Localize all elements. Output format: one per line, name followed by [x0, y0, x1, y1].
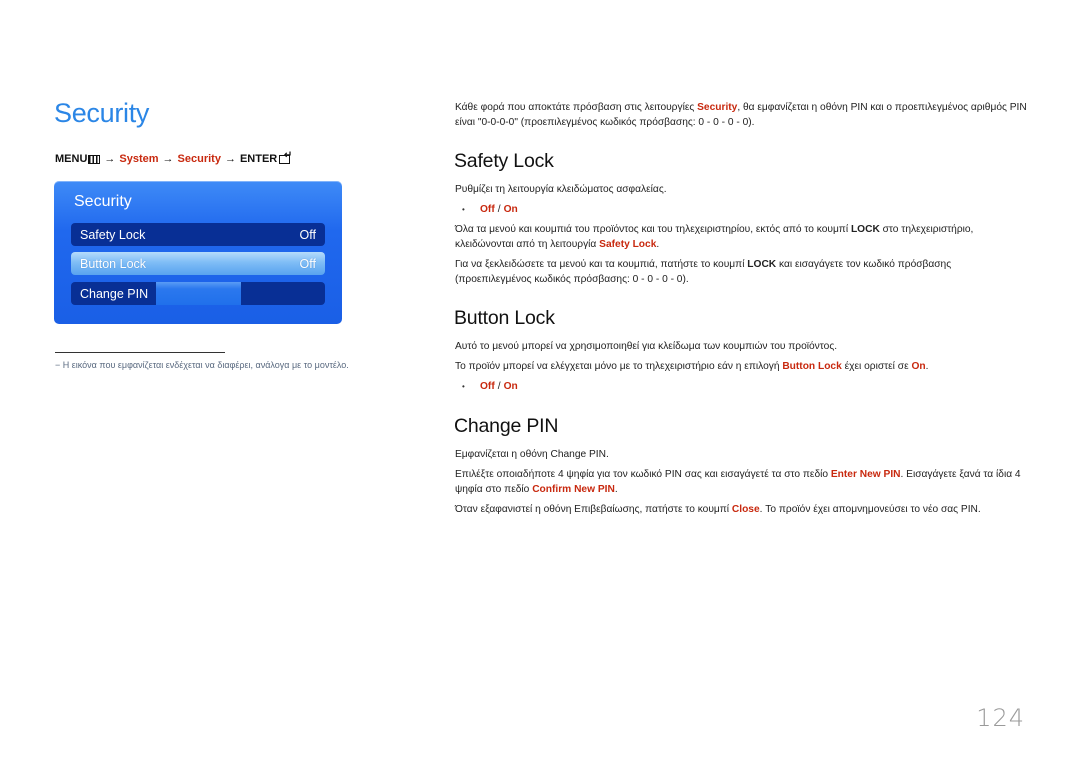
safety-lock-options: • Off / On	[462, 203, 518, 217]
intro-paragraph: Κάθε φορά που αποκτάτε πρόσβαση στις λει…	[455, 101, 1030, 130]
text: Κάθε φορά που αποκτάτε πρόσβαση στις λει…	[455, 102, 698, 113]
heading-safety-lock: Safety Lock	[454, 150, 554, 172]
text: Το προϊόν μπορεί να ελέγχεται μόνο με το…	[455, 361, 783, 372]
text: .	[656, 238, 660, 250]
osd-title: Security	[74, 193, 132, 210]
text: . Το προϊόν έχει απομνημονεύσει το νέο σ…	[759, 504, 981, 515]
osd-item-label: Safety Lock	[80, 227, 146, 242]
bullet-icon: •	[462, 382, 465, 391]
option-off: Off	[480, 204, 495, 215]
arrow-icon: →	[162, 153, 174, 165]
option-separator: /	[497, 204, 501, 215]
button-lock-options: • Off / On	[462, 380, 518, 394]
button-lock-paragraph-1: Το προϊόν μπορεί να ελέγχεται μόνο με το…	[455, 360, 1030, 375]
bullet-icon: •	[462, 205, 465, 214]
text: Επιλέξτε οποιαδήποτε 4 ψηφία για τον κωδ…	[455, 469, 831, 480]
safety-lock-paragraph-2: Για να ξεκλειδώσετε τα μενού και τα κουμ…	[455, 258, 1030, 287]
page-title: Security	[54, 98, 150, 128]
text: Όταν εξαφανιστεί η οθόνη Επιβεβαίωσης, π…	[455, 504, 732, 515]
osd-item-value: Off	[299, 256, 316, 271]
pin-input-field[interactable]	[156, 282, 241, 305]
text: .	[925, 361, 929, 372]
safety-lock-description: Ρυθμίζει τη λειτουργία κλειδώματος ασφαλ…	[455, 184, 667, 195]
osd-item-label: Change PIN	[80, 286, 149, 301]
enter-new-pin-term: Enter New PIN	[830, 469, 901, 480]
lock-term: LOCK	[850, 224, 880, 235]
heading-button-lock: Button Lock	[454, 307, 555, 329]
safety-lock-paragraph-1: Όλα τα μενού και κουμπιά του προϊόντος κ…	[455, 223, 1030, 252]
breadcrumb-security: Security	[177, 153, 221, 165]
osd-item-value: Off	[299, 227, 316, 242]
breadcrumb-system: System	[119, 153, 159, 165]
breadcrumb-enter: ENTER	[239, 153, 278, 165]
footnote-divider	[55, 352, 225, 353]
heading-change-pin: Change PIN	[454, 415, 559, 437]
text: Για να ξεκλειδώσετε τα μενού και τα κουμ…	[455, 259, 748, 270]
lock-term: LOCK	[747, 259, 777, 270]
button-lock-description: Αυτό το μενού μπορεί να χρησιμοποιηθεί γ…	[455, 341, 838, 352]
change-pin-description: Εμφανίζεται η οθόνη Change PIN.	[455, 449, 609, 460]
osd-item-change-pin[interactable]: Change PIN	[71, 282, 325, 305]
menu-grid-icon	[88, 154, 101, 164]
osd-security-menu: Security Safety Lock Off Button Lock Off…	[54, 181, 342, 324]
arrow-icon: →	[104, 153, 116, 165]
osd-item-button-lock[interactable]: Button Lock Off	[71, 252, 325, 275]
change-pin-paragraph-1: Επιλέξτε οποιαδήποτε 4 ψηφία για τον κωδ…	[455, 468, 1030, 497]
footnote: − Η εικόνα που εμφανίζεται ενδέχεται να …	[55, 360, 349, 370]
osd-item-safety-lock[interactable]: Safety Lock Off	[71, 223, 325, 246]
close-term: Close	[731, 504, 760, 515]
option-off: Off	[480, 381, 495, 392]
option-separator: /	[497, 381, 501, 392]
confirm-new-pin-term: Confirm New PIN	[532, 483, 615, 495]
option-on: On	[503, 204, 518, 215]
text: .	[614, 483, 618, 495]
page-number: 124	[976, 704, 1025, 732]
safety-lock-term: Safety Lock	[599, 238, 657, 250]
arrow-icon: →	[224, 153, 236, 165]
security-term: Security	[697, 102, 738, 113]
option-on: On	[503, 381, 518, 392]
enter-icon	[279, 150, 292, 164]
on-term: On	[911, 361, 926, 372]
breadcrumb: MENU → System → Security → ENTER	[55, 150, 292, 166]
breadcrumb-menu: MENU	[55, 153, 88, 165]
osd-item-label: Button Lock	[80, 256, 147, 271]
button-lock-term: Button Lock	[782, 361, 842, 372]
text: έχει οριστεί σε	[841, 361, 912, 372]
text: Όλα τα μενού και κουμπιά του προϊόντος κ…	[455, 224, 851, 235]
change-pin-paragraph-2: Όταν εξαφανιστεί η οθόνη Επιβεβαίωσης, π…	[455, 503, 1030, 518]
